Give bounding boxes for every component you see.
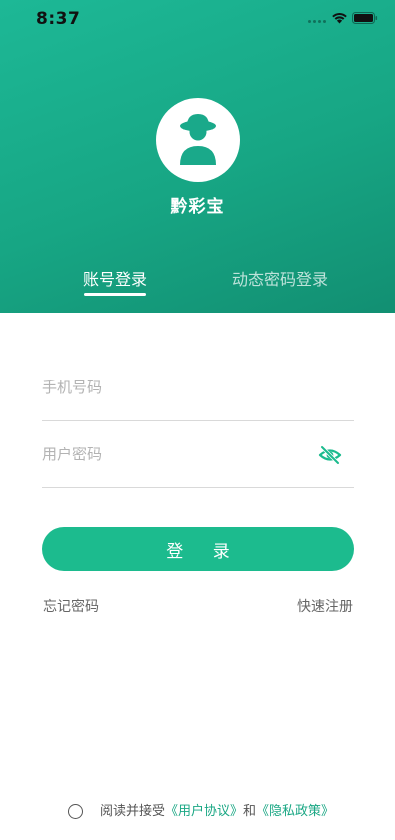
wifi-icon	[332, 13, 347, 24]
phone-field-row	[42, 380, 354, 421]
agreement-conjunction: 和	[243, 804, 257, 819]
quick-register-link[interactable]: 快速注册	[297, 596, 353, 616]
phone-input[interactable]	[42, 380, 312, 394]
agreement-prefix: 阅读并接受	[100, 804, 166, 819]
user-avatar-icon	[180, 114, 216, 165]
battery-icon	[352, 12, 378, 24]
privacy-policy-link[interactable]: 《隐私政策》	[256, 804, 334, 819]
tab-dynamic-password-login[interactable]: 动态密码登录	[220, 266, 340, 290]
avatar	[156, 98, 240, 182]
forgot-password-link[interactable]: 忘记密码	[43, 596, 99, 616]
status-bar: 8:37	[0, 0, 395, 40]
password-field-row	[42, 445, 354, 488]
login-button[interactable]: 登 录	[42, 527, 354, 571]
eye-off-icon[interactable]	[318, 445, 342, 465]
password-input[interactable]	[42, 447, 312, 461]
tab-account-login[interactable]: 账号登录	[60, 266, 170, 290]
header-banner: 8:37 黔彩宝 账号登录 动态密码登录	[0, 0, 395, 313]
agreement-text: 阅读并接受《用户协议》和《隐私政策》	[100, 803, 334, 821]
active-tab-indicator	[84, 293, 146, 296]
agreement-checkbox[interactable]	[68, 804, 83, 819]
cellular-signal-icon	[308, 20, 326, 24]
user-agreement-link[interactable]: 《用户协议》	[165, 804, 243, 819]
status-time: 8:37	[36, 9, 81, 29]
app-name: 黔彩宝	[170, 197, 225, 217]
